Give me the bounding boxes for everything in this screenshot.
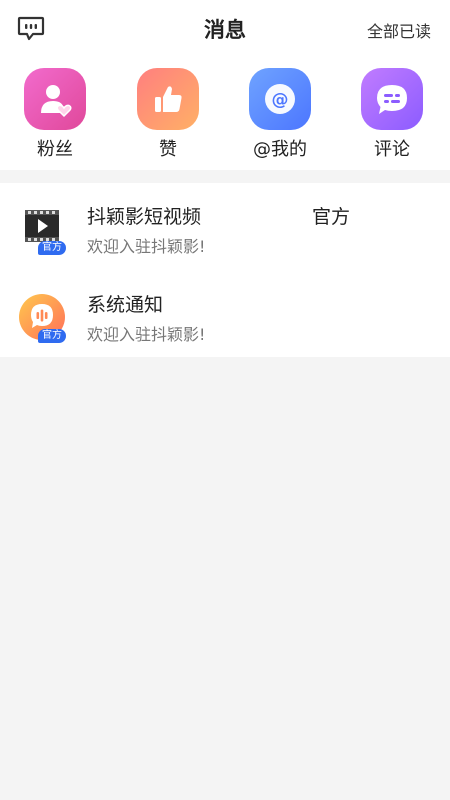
top-panel: 消息 全部已读 粉丝 赞 @ @我的 评论: [0, 0, 450, 170]
quick-action-likes[interactable]: 赞: [123, 68, 213, 161]
quick-action-label: 粉丝: [37, 139, 73, 160]
thumbs-up-icon: [137, 68, 199, 130]
quick-action-mentions[interactable]: @ @我的: [235, 68, 325, 161]
header-bar: 消息 全部已读: [0, 0, 450, 60]
official-badge: 官方: [38, 329, 66, 343]
quick-action-label: 评论: [374, 139, 410, 160]
comment-bubble-icon: [361, 68, 423, 130]
message-sender-name: 抖颖影短视频: [87, 206, 202, 228]
official-tag: 官方: [312, 206, 351, 228]
svg-text:@: @: [272, 90, 289, 110]
quick-action-fans[interactable]: 粉丝: [10, 68, 100, 161]
quick-action-label: 赞: [159, 139, 177, 160]
message-preview: 欢迎入驻抖颖影!: [87, 237, 206, 256]
at-mention-icon: @: [249, 68, 311, 130]
message-preview: 欢迎入驻抖颖影!: [87, 325, 206, 344]
official-badge: 官方: [38, 241, 66, 255]
quick-action-comments[interactable]: 评论: [347, 68, 437, 161]
fan-person-icon: [24, 68, 86, 130]
message-sender-name: 系统通知: [87, 294, 164, 316]
list-item[interactable]: 官方 系统通知 欢迎入驻抖颖影!: [0, 271, 450, 357]
message-list: 官方 抖颖影短视频 官方 欢迎入驻抖颖影! 官方 系统通知 欢迎入驻抖颖影!: [0, 183, 450, 357]
quick-action-label: @我的: [253, 139, 307, 160]
mark-all-read-button[interactable]: 全部已读: [367, 18, 431, 42]
list-item[interactable]: 官方 抖颖影短视频 官方 欢迎入驻抖颖影!: [0, 183, 450, 269]
